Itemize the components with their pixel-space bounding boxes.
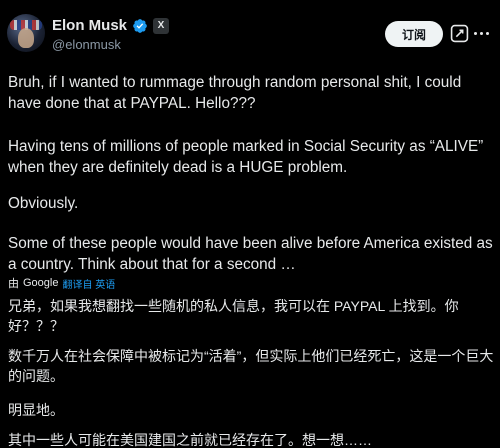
tweet-paragraph: Some of these people would have been ali… xyxy=(8,235,493,273)
translate-source-link[interactable]: 翻译自 英语 xyxy=(62,276,115,291)
tweet-paragraph: Having tens of millions of people marked… xyxy=(8,138,484,176)
translation-paragraph: 其中一些人可能在美国建国之前就已经存在了。想一想…… xyxy=(8,432,372,448)
author-name-row: Elon Musk X xyxy=(52,17,170,34)
author-handle[interactable]: @elonmusk xyxy=(52,37,121,52)
translation-paragraph: 兄弟，如果我想翻找一些随机的私人信息，我可以在 PAYPAL 上找到。你好？？？ xyxy=(8,298,459,334)
verified-badge-icon xyxy=(133,18,147,33)
tweet-paragraph: Bruh, if I wanted to rummage through ran… xyxy=(8,74,462,112)
subscribe-button[interactable]: 订阅 xyxy=(385,21,443,47)
translation-attribution: 由 Google 翻译自 英语 xyxy=(8,275,115,291)
tweet-header: Elon Musk X @elonmusk 订阅 xyxy=(0,0,500,66)
tweet-paragraph: Obviously. xyxy=(8,195,79,212)
author-display-name[interactable]: Elon Musk xyxy=(52,17,127,34)
translation-paragraph: 数千万人在社会保障中被标记为“活着”，但实际上他们已经死亡，这是一个巨大的问题。 xyxy=(8,348,494,384)
translation-paragraph: 明显地。 xyxy=(8,402,64,418)
translated-by-label: 由 xyxy=(8,278,19,290)
grok-icon[interactable] xyxy=(450,24,469,43)
more-icon[interactable] xyxy=(474,32,496,38)
avatar[interactable] xyxy=(7,14,45,52)
google-logo: Google xyxy=(23,277,59,289)
x-affiliate-badge: X xyxy=(153,17,170,34)
